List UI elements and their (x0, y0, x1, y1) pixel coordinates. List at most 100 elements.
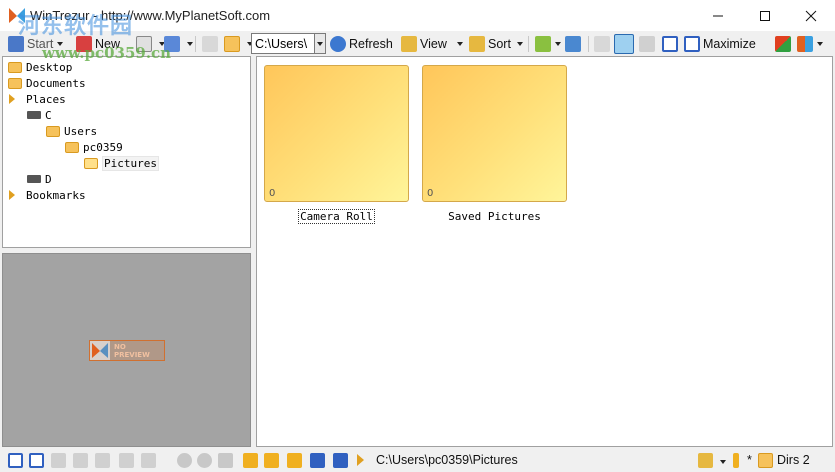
close-button[interactable] (788, 0, 834, 31)
tree-item-bookmarks[interactable]: Bookmarks (9, 188, 86, 202)
add-icon (164, 35, 180, 52)
copy-icon (136, 35, 152, 52)
folder-icon (46, 125, 60, 137)
toolbar-divider (588, 36, 589, 52)
new-label: New (95, 36, 121, 51)
minimize-button[interactable] (695, 0, 741, 31)
view-label: View (420, 36, 447, 51)
preview-toggle-button[interactable] (614, 33, 637, 54)
toolbar-divider (195, 36, 196, 52)
folder-icon (8, 77, 22, 89)
skip-back-icon[interactable] (310, 453, 325, 468)
folder-icon (65, 141, 79, 153)
back-arrow-icon (202, 35, 218, 52)
hard-drive-icon (27, 111, 41, 119)
folder-icon (8, 61, 22, 73)
status-dirs: Dirs 2 (777, 453, 810, 467)
first-page-icon[interactable] (243, 453, 258, 468)
minimize-icon (713, 15, 723, 16)
path-arrow-icon (357, 454, 364, 466)
previous-page-icon[interactable] (264, 453, 279, 468)
folder-label[interactable]: Camera Roll (264, 209, 409, 224)
slider-icon[interactable] (733, 453, 739, 468)
zoom-out-icon[interactable] (95, 453, 110, 468)
zoom-fit-icon[interactable] (119, 453, 134, 468)
tree-item-places[interactable]: Places (9, 92, 66, 106)
sort-button[interactable]: Sort (469, 34, 523, 53)
play-icon[interactable] (51, 453, 66, 468)
folder-open-icon (84, 157, 98, 169)
windows-button[interactable] (775, 34, 794, 53)
new-button[interactable]: New (76, 34, 120, 53)
title-bar[interactable]: WinTrezur - http://www.MyPlanetSoft.com (0, 0, 835, 31)
start-button[interactable]: Start (8, 34, 64, 53)
next-page-icon[interactable] (287, 453, 302, 468)
toolbar-divider (528, 36, 529, 52)
folder-icon (224, 35, 240, 52)
maximize-button[interactable]: Maximize (684, 34, 756, 53)
chevron-down-icon (57, 41, 64, 46)
folder-thumbnail[interactable]: 0 (264, 65, 409, 202)
chevron-down-icon[interactable] (720, 460, 726, 464)
add-button[interactable] (164, 34, 193, 53)
play-icon (594, 35, 610, 52)
zoom-button[interactable] (535, 34, 561, 53)
maximize-icon[interactable] (29, 453, 44, 468)
path-combo-dropdown-button[interactable] (314, 33, 326, 54)
maximize-window-button[interactable] (742, 0, 788, 31)
tree-item-label: D (45, 172, 52, 186)
zoom-menu-icon[interactable] (141, 453, 156, 468)
fit-icon (662, 35, 678, 52)
hard-drive-icon (27, 175, 41, 183)
chevron-down-icon (555, 41, 561, 46)
preview-panel: NO PREVIEW (2, 253, 251, 447)
zoom-in-icon[interactable] (73, 453, 88, 468)
rotate-right-icon[interactable] (197, 453, 212, 468)
network-button[interactable] (565, 34, 584, 53)
play-button[interactable] (594, 34, 613, 53)
no-preview-text: NO PREVIEW (113, 342, 150, 359)
tree-item-pictures[interactable]: Pictures (84, 155, 159, 171)
status-path: C:\Users\pc0359\Pictures (376, 453, 518, 467)
tree-item-drive-d[interactable]: D (27, 172, 52, 186)
window-title: WinTrezur - http://www.MyPlanetSoft.com (30, 8, 271, 23)
folder-tree[interactable]: Desktop Documents Places C Users pc0359 … (2, 56, 251, 248)
chevron-down-icon (456, 41, 463, 46)
file-view[interactable]: 0 Camera Roll 0 Saved Pictures (256, 56, 833, 447)
folder-menu-button[interactable] (224, 34, 253, 53)
sort-label: Sort (488, 36, 511, 51)
skip-forward-icon[interactable] (333, 453, 348, 468)
refresh-button[interactable]: Refresh (330, 34, 393, 53)
folder-icon (758, 453, 773, 468)
copy-button[interactable] (136, 34, 165, 53)
item-count: 0 (427, 188, 434, 199)
folder-thumbnail[interactable]: 0 (422, 65, 567, 202)
flip-icon[interactable] (218, 453, 233, 468)
back-button[interactable] (202, 34, 221, 53)
sort-icon (469, 35, 485, 52)
layers-button[interactable] (639, 34, 658, 53)
tree-item-users[interactable]: Users (46, 124, 97, 138)
tree-item-drive-c[interactable]: C (27, 108, 52, 122)
status-bar: C:\Users\pc0359\Pictures * Dirs 2 (0, 448, 835, 472)
tree-item-label: Desktop (26, 60, 73, 74)
chevron-down-icon (317, 41, 323, 46)
main-toolbar: Start New Refresh View Sort Maximize (0, 31, 835, 56)
app-menu-button[interactable] (797, 34, 823, 53)
chevron-down-icon (516, 41, 523, 46)
fit-icon[interactable] (8, 453, 23, 468)
tree-item-label: C (45, 108, 52, 122)
maximize-window-icon (760, 10, 770, 21)
view-mode-icon[interactable] (698, 453, 713, 468)
rotate-left-icon[interactable] (177, 453, 192, 468)
tree-item-pc0359[interactable]: pc0359 (65, 140, 123, 154)
expand-arrow-icon (9, 190, 15, 200)
fit-button[interactable] (662, 34, 681, 53)
start-label: Start (27, 36, 54, 51)
start-icon (8, 35, 24, 52)
folder-label[interactable]: Saved Pictures (422, 210, 567, 223)
tree-item-desktop[interactable]: Desktop (8, 60, 72, 74)
refresh-icon (330, 35, 346, 52)
view-button[interactable]: View (401, 34, 463, 53)
tree-item-documents[interactable]: Documents (8, 76, 86, 90)
